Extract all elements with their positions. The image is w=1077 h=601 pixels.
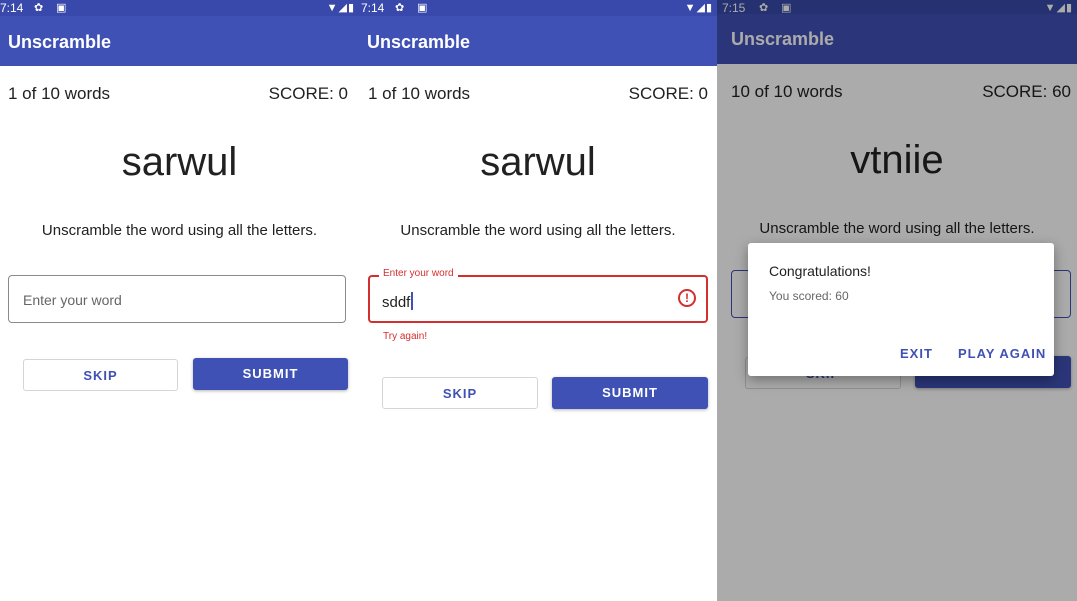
word-input[interactable]: Enter your word sddf ! <box>368 268 708 323</box>
dialog-message: You scored: 60 <box>769 289 849 303</box>
submit-button[interactable]: SUBMIT <box>193 358 348 390</box>
score-label: SCORE: 0 <box>628 84 708 103</box>
word-input-label: Enter your word <box>379 268 458 279</box>
status-time: 7:14 <box>361 1 385 15</box>
scrambled-word: sarwul <box>480 140 596 184</box>
app-title: Unscramble <box>367 32 471 52</box>
gear-icon: ✿ <box>34 2 44 14</box>
error-icon: ! <box>678 289 696 307</box>
word-input[interactable]: Enter your word <box>8 275 346 323</box>
score-label: SCORE: 0 <box>268 84 348 103</box>
text-cursor <box>411 292 414 310</box>
app-bar: Unscramble <box>0 16 359 66</box>
notification-icon: ▣ <box>56 2 67 14</box>
signal-battery-icon: ▼◢▮ <box>684 2 713 14</box>
word-input-value: sddf <box>382 292 414 311</box>
status-bar: 7:14 ✿ ▣ ▼◢▮ <box>0 0 359 16</box>
screen-error: 7:14 ✿ ▣ ▼◢▮ Unscramble 1 of 10 words SC… <box>359 0 717 601</box>
skip-button[interactable]: SKIP <box>23 359 178 391</box>
dialog-title: Congratulations! <box>769 263 871 279</box>
screen-initial: 7:14 ✿ ▣ ▼◢▮ Unscramble 1 of 10 words SC… <box>0 0 359 601</box>
submit-button[interactable]: SUBMIT <box>552 377 708 409</box>
play-again-button[interactable]: PLAY AGAIN <box>958 346 1046 361</box>
app-title: Unscramble <box>8 32 112 52</box>
skip-button[interactable]: SKIP <box>382 377 538 409</box>
error-text: Try again! <box>383 331 428 342</box>
app-bar: Unscramble <box>359 16 717 66</box>
notification-icon: ▣ <box>417 2 428 14</box>
word-count: 1 of 10 words <box>368 84 471 103</box>
word-count: 1 of 10 words <box>8 84 111 103</box>
exit-button[interactable]: EXIT <box>900 346 933 361</box>
score-dialog: Congratulations! You scored: 60 EXIT PLA… <box>748 243 1054 376</box>
status-time: 7:14 <box>0 1 24 15</box>
status-bar: 7:14 ✿ ▣ ▼◢▮ <box>359 0 717 16</box>
signal-battery-icon: ▼◢▮ <box>326 2 355 14</box>
instructions: Unscramble the word using all the letter… <box>41 222 318 239</box>
word-input-placeholder: Enter your word <box>23 292 122 308</box>
gear-icon: ✿ <box>395 2 405 14</box>
instructions: Unscramble the word using all the letter… <box>400 222 676 239</box>
scrambled-word: sarwul <box>121 140 238 184</box>
